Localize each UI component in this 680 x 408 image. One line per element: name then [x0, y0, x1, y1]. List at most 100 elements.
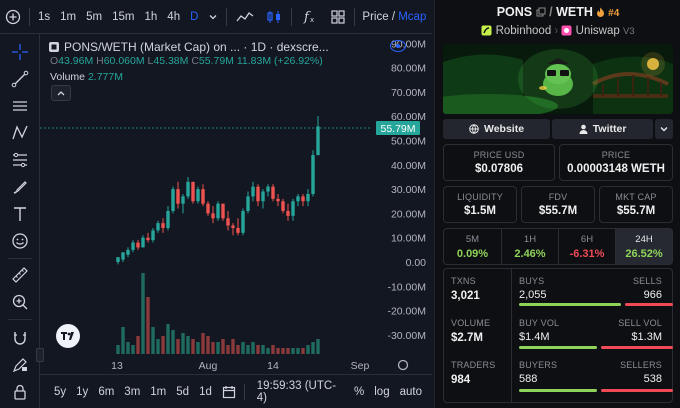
copy-icon[interactable] — [536, 7, 546, 17]
goto-date-button[interactable] — [222, 385, 236, 399]
crosshair-tool[interactable] — [8, 40, 32, 64]
text-tool[interactable] — [8, 202, 32, 226]
timeframe-dropdown[interactable] — [203, 0, 223, 34]
visibility-toggle-icon[interactable] — [390, 40, 406, 52]
candle-body[interactable] — [156, 223, 160, 231]
trendline-tool[interactable] — [8, 67, 32, 91]
auto-toggle[interactable]: auto — [400, 386, 422, 398]
range-5y[interactable]: 5y — [54, 386, 66, 398]
candle-body[interactable] — [311, 155, 315, 194]
mcap-option[interactable]: Mcap — [398, 11, 426, 23]
range-1m[interactable]: 1m — [150, 386, 166, 398]
timeframe-d[interactable]: D — [185, 0, 203, 34]
tab-6h[interactable]: 6H -6.31% — [558, 229, 615, 264]
candle-body[interactable] — [201, 189, 205, 204]
twitter-button[interactable]: Twitter — [552, 119, 654, 139]
percent-toggle[interactable]: % — [354, 386, 364, 398]
candle-body[interactable] — [241, 210, 245, 233]
ruler-tool[interactable] — [8, 263, 32, 287]
magnet-tool[interactable] — [8, 326, 32, 350]
candle-body[interactable] — [196, 189, 200, 202]
candle-body[interactable] — [121, 252, 125, 260]
candle-body[interactable] — [181, 196, 185, 204]
lock-tool[interactable] — [8, 380, 32, 404]
fib-tool[interactable] — [8, 148, 32, 172]
emoji-tool[interactable] — [8, 229, 32, 253]
more-links-button[interactable] — [655, 119, 673, 139]
range-1y[interactable]: 1y — [76, 386, 88, 398]
price-option[interactable]: Price — [362, 11, 388, 23]
candle-body[interactable] — [251, 186, 255, 197]
timeframe-1s[interactable]: 1s — [33, 0, 55, 34]
candle-body[interactable] — [296, 196, 300, 202]
candle-body[interactable] — [266, 186, 270, 192]
website-button[interactable]: Website — [443, 119, 551, 139]
candle-body[interactable] — [136, 242, 140, 248]
tab-1h[interactable]: 1H 2.46% — [501, 229, 558, 264]
indicators-button[interactable]: fx — [295, 0, 325, 34]
candle-body[interactable] — [236, 227, 240, 233]
candle-body[interactable] — [161, 223, 165, 228]
clock-time[interactable]: 19:59:33 (UTC-4) — [257, 380, 338, 404]
candle-body[interactable] — [126, 249, 130, 255]
pattern-tool[interactable] — [8, 121, 32, 145]
candle-body[interactable] — [226, 218, 230, 226]
timeframe-5m[interactable]: 5m — [81, 0, 107, 34]
timeframe-15m[interactable]: 15m — [107, 0, 139, 34]
candle-body[interactable] — [176, 189, 180, 204]
candle-body[interactable] — [271, 186, 275, 199]
brush-tool[interactable] — [8, 175, 32, 199]
ruler-icon — [12, 267, 28, 283]
price-weth-box: PRICE 0.00003148 WETH — [559, 144, 673, 181]
zoom-tool[interactable] — [8, 290, 32, 314]
chart-settings-icon[interactable] — [397, 359, 409, 371]
candle-body[interactable] — [261, 191, 265, 202]
log-toggle[interactable]: log — [374, 386, 389, 398]
drawing-mode-tool[interactable] — [8, 353, 32, 377]
candle-body[interactable] — [281, 201, 285, 211]
add-symbol-button[interactable] — [0, 0, 26, 34]
candle-body[interactable] — [186, 181, 190, 197]
candle-body[interactable] — [116, 257, 120, 262]
candle-body[interactable] — [231, 225, 235, 228]
candle-body[interactable] — [276, 198, 280, 202]
candle-body[interactable] — [166, 210, 170, 228]
candle-body[interactable] — [211, 213, 215, 219]
candle-body[interactable] — [151, 230, 155, 241]
candle-body[interactable] — [216, 203, 220, 219]
candle-body[interactable] — [291, 201, 295, 216]
range-3m[interactable]: 3m — [124, 386, 140, 398]
timeframe-1h[interactable]: 1h — [140, 0, 163, 34]
tradingview-logo[interactable] — [56, 324, 80, 348]
horizontal-lines-tool[interactable] — [8, 94, 32, 118]
timeframe-1m[interactable]: 1m — [55, 0, 81, 34]
candles-button[interactable] — [260, 0, 288, 34]
candle-body[interactable] — [206, 203, 210, 214]
line-chart-button[interactable] — [230, 0, 260, 34]
price-mcap-toggle[interactable]: Price / Mcap — [358, 11, 430, 23]
candle-body[interactable] — [146, 237, 150, 241]
tab-5m[interactable]: 5M 0.09% — [444, 229, 501, 264]
candle-body[interactable] — [316, 126, 320, 156]
collapse-legend-button[interactable] — [51, 85, 71, 101]
candle-body[interactable] — [256, 186, 260, 202]
range-6m[interactable]: 6m — [98, 386, 114, 398]
candlestick-chart[interactable]: 90.00M80.00M70.00M60.00M50.00M40.00M30.0… — [40, 34, 432, 374]
range-5d[interactable]: 5d — [176, 386, 189, 398]
candle-body[interactable] — [131, 242, 135, 250]
layout-button[interactable] — [325, 0, 351, 34]
candle-body[interactable] — [306, 193, 310, 202]
candle-body[interactable] — [246, 196, 250, 211]
candle-body[interactable] — [191, 181, 195, 202]
price-chart[interactable]: 90.00M 80.00M 70.00M 60.00M 50.00M 40.00M 30.0… — [36, 34, 432, 374]
candle-body[interactable] — [286, 210, 290, 216]
tab-24h[interactable]: 24H 26.52% — [615, 229, 672, 264]
candle-body[interactable] — [301, 196, 305, 202]
panel-handle[interactable] — [36, 348, 44, 362]
candle-body[interactable] — [141, 237, 145, 248]
timeframe-4h[interactable]: 4h — [162, 0, 185, 34]
candle-body[interactable] — [171, 189, 175, 211]
trending-rank[interactable]: #4 — [596, 7, 619, 19]
candle-body[interactable] — [221, 203, 225, 219]
range-1d[interactable]: 1d — [199, 386, 212, 398]
